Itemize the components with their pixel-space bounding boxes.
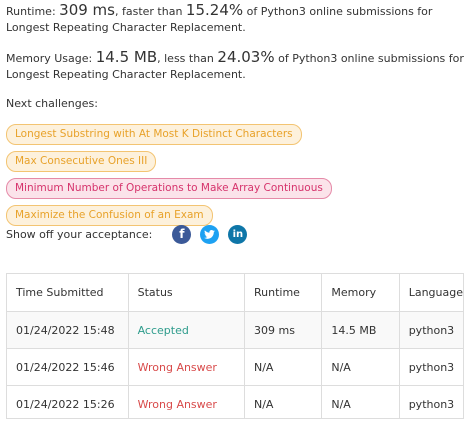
- cell-language: python3: [398, 348, 463, 386]
- header-language[interactable]: Language: [398, 274, 463, 312]
- table-row: 01/24/2022 15:26 Wrong Answer N/A N/A py…: [7, 385, 463, 418]
- runtime-faster-text: , faster than: [114, 5, 186, 18]
- challenge-chip[interactable]: Max Consecutive Ones III: [6, 151, 157, 172]
- next-challenges-list: Longest Substring with At Most K Distinc…: [6, 122, 332, 230]
- cell-status[interactable]: Accepted: [127, 311, 245, 349]
- challenge-chip[interactable]: Maximize the Confusion of an Exam: [6, 205, 213, 226]
- cell-memory: N/A: [321, 385, 400, 418]
- next-challenges-label: Next challenges:: [6, 97, 98, 110]
- runtime-label: Runtime:: [6, 5, 60, 18]
- challenge-chip[interactable]: Longest Substring with At Most K Distinc…: [6, 124, 302, 145]
- memory-value: 14.5 MB: [95, 48, 158, 66]
- submissions-table: Time Submitted Status Runtime Memory Lan…: [6, 273, 464, 419]
- share-row: Show off your acceptance: f in: [6, 224, 256, 244]
- table-row: 01/24/2022 15:48 Accepted 309 ms 14.5 MB…: [7, 311, 463, 349]
- table-row: 01/24/2022 15:46 Wrong Answer N/A N/A py…: [7, 348, 463, 386]
- challenge-chip[interactable]: Minimum Number of Operations to Make Arr…: [6, 178, 332, 199]
- cell-memory: N/A: [321, 348, 400, 386]
- cell-runtime: 309 ms: [243, 311, 322, 349]
- memory-less-text: , less than: [157, 52, 218, 65]
- header-status[interactable]: Status: [127, 274, 245, 312]
- cell-runtime: N/A: [243, 385, 322, 418]
- cell-status[interactable]: Wrong Answer: [127, 348, 245, 386]
- cell-status[interactable]: Wrong Answer: [127, 385, 245, 418]
- twitter-icon[interactable]: [200, 224, 220, 244]
- header-memory[interactable]: Memory: [321, 274, 400, 312]
- cell-runtime: N/A: [243, 348, 322, 386]
- linkedin-icon[interactable]: in: [228, 224, 248, 244]
- cell-language: python3: [398, 385, 463, 418]
- facebook-icon[interactable]: f: [172, 224, 192, 244]
- runtime-value: 309 ms: [59, 1, 115, 19]
- header-time-submitted[interactable]: Time Submitted: [7, 274, 128, 312]
- header-runtime[interactable]: Runtime: [243, 274, 322, 312]
- runtime-stat: Runtime: 309 ms, faster than 15.24% of P…: [6, 2, 468, 36]
- cell-time: 01/24/2022 15:26: [7, 385, 129, 418]
- cell-memory: 14.5 MB: [321, 311, 400, 349]
- memory-label: Memory Usage:: [6, 52, 96, 65]
- share-label: Show off your acceptance:: [6, 227, 153, 241]
- memory-stat: Memory Usage: 14.5 MB, less than 24.03% …: [6, 49, 468, 83]
- cell-time: 01/24/2022 15:46: [7, 348, 129, 386]
- cell-time: 01/24/2022 15:48: [7, 311, 129, 349]
- social-buttons: f in: [172, 224, 256, 244]
- runtime-percent: 15.24%: [185, 1, 244, 19]
- cell-language: python3: [398, 311, 463, 349]
- table-header-row: Time Submitted Status Runtime Memory Lan…: [7, 274, 463, 312]
- memory-percent: 24.03%: [217, 48, 275, 66]
